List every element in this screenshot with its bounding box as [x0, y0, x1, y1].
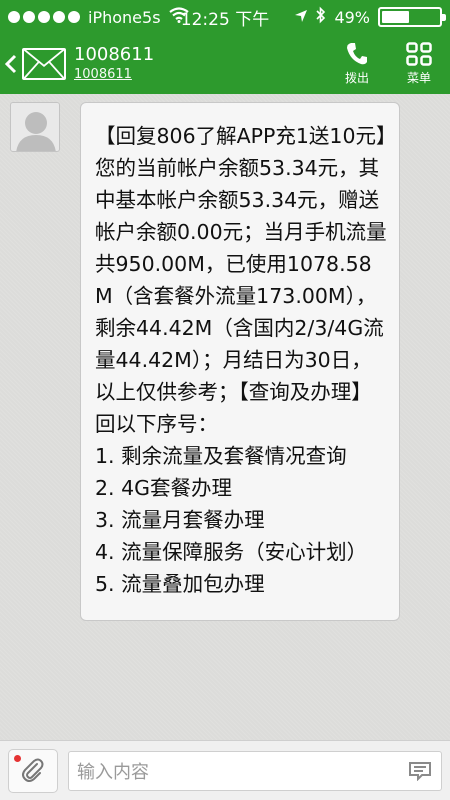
wifi-icon — [168, 7, 189, 27]
contact-info[interactable]: 1008611 1008611 — [74, 44, 326, 84]
bluetooth-icon — [316, 6, 326, 28]
input-placeholder: 输入内容 — [77, 761, 149, 783]
battery-percent: 49% — [334, 7, 370, 27]
menu-button[interactable]: 菜单 — [388, 34, 450, 94]
message-list[interactable]: 【回复806了解APP充1送10元】您的当前帐户余额53.34元，其中基本帐户余… — [0, 94, 450, 740]
call-label: 拨出 — [344, 71, 369, 85]
grid-menu-icon — [406, 42, 432, 66]
location-arrow-icon — [294, 8, 308, 27]
signal-strength-icon — [8, 11, 80, 23]
chevron-left-icon — [5, 54, 17, 74]
message-bubble[interactable]: 【回复806了解APP充1送10元】您的当前帐户余额53.34元，其中基本帐户余… — [80, 102, 400, 621]
battery-fill — [382, 11, 410, 23]
call-button[interactable]: 拨出 — [326, 34, 388, 94]
contact-name: 1008611 — [74, 44, 155, 65]
attach-button[interactable] — [8, 748, 58, 793]
contact-number-link[interactable]: 1008611 — [74, 66, 326, 84]
battery-icon — [378, 7, 446, 27]
carrier-name: iPhone5s — [88, 7, 161, 27]
conversation-header: 1008611 1008611 拨出 菜单 — [0, 34, 450, 94]
envelope-icon — [22, 48, 66, 80]
avatar[interactable] — [10, 102, 60, 152]
person-silhouette-icon — [16, 112, 56, 151]
attach-badge — [14, 754, 21, 762]
input-bar: 输入内容 — [0, 740, 450, 800]
menu-label: 菜单 — [406, 71, 431, 85]
quick-reply-icon[interactable] — [407, 760, 433, 782]
paperclip-icon — [22, 758, 44, 782]
back-button[interactable] — [0, 34, 22, 94]
message-input[interactable]: 输入内容 — [68, 750, 442, 791]
status-bar: iPhone5s 12:25 下午 49% — [0, 0, 450, 34]
phone-icon — [347, 43, 367, 65]
